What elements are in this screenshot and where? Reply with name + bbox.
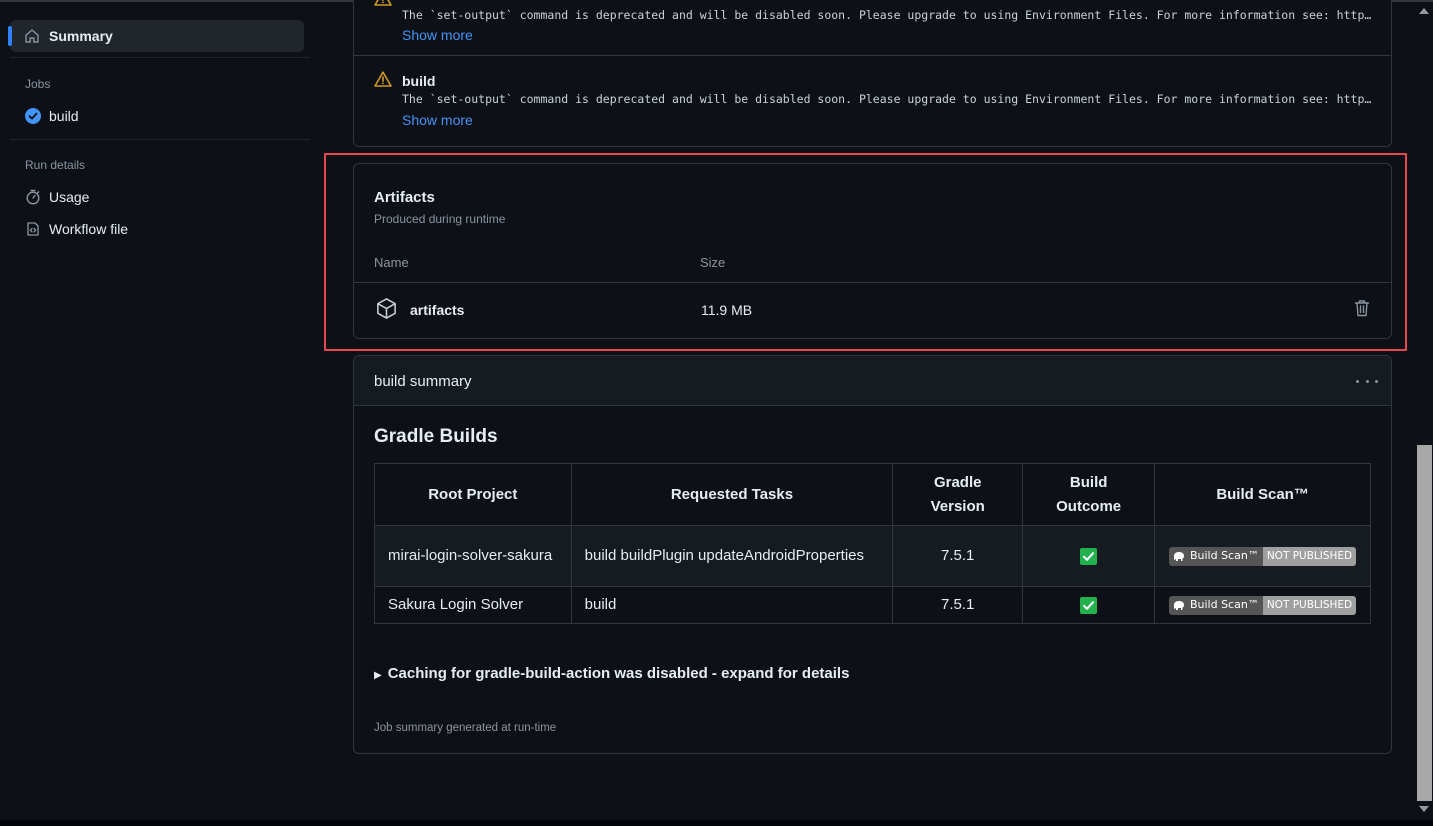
build-scan-badge-status: NOT PUBLISHED bbox=[1262, 546, 1357, 566]
annotation-title: build bbox=[402, 73, 436, 89]
home-icon bbox=[24, 27, 42, 45]
check-circle-icon bbox=[24, 108, 41, 125]
summary-footnote: Job summary generated at run-time bbox=[374, 722, 557, 734]
scroll-up-arrow-icon[interactable] bbox=[1419, 8, 1429, 14]
show-more-link[interactable]: Show more bbox=[402, 112, 473, 128]
table-row: mirai-login-solver-sakura build buildPlu… bbox=[374, 525, 1371, 587]
build-summary-panel: build summary Gradle Builds Root Project… bbox=[353, 355, 1392, 754]
bottom-edge bbox=[0, 820, 1433, 826]
scrollbar-thumb[interactable] bbox=[1417, 445, 1432, 801]
table-row: Sakura Login Solver build 7.5.1 Build Sc… bbox=[374, 586, 1371, 624]
build-outcome-cell bbox=[1022, 525, 1156, 587]
build-scan-badge-status: NOT PUBLISHED bbox=[1262, 595, 1357, 615]
disclosure-triangle-icon: ▶ bbox=[374, 670, 382, 681]
warning-icon bbox=[374, 71, 392, 87]
gradle-version-cell: 7.5.1 bbox=[892, 525, 1024, 587]
stopwatch-icon bbox=[24, 189, 41, 206]
column-header: Gradle Version bbox=[892, 463, 1024, 526]
build-summary-header: build summary bbox=[354, 356, 1391, 406]
nav-summary-label: Summary bbox=[49, 28, 113, 44]
job-item-build[interactable]: build bbox=[24, 105, 79, 127]
sidebar-divider bbox=[10, 139, 310, 140]
job-item-label: build bbox=[49, 108, 79, 124]
annotation-message: The `set-output` command is deprecated a… bbox=[402, 8, 1378, 22]
build-scan-badge-label: Build Scan™ bbox=[1189, 549, 1259, 563]
build-outcome-cell bbox=[1022, 586, 1156, 624]
build-scan-cell: Build Scan™ NOT PUBLISHED bbox=[1154, 586, 1371, 624]
caching-details-label: Caching for gradle-build-action was disa… bbox=[387, 665, 850, 682]
root-project-cell: Sakura Login Solver bbox=[374, 586, 572, 624]
workflow-icon bbox=[24, 221, 41, 238]
root-project-cell: mirai-login-solver-sakura bbox=[374, 525, 572, 587]
nav-item-usage[interactable]: Usage bbox=[24, 186, 89, 208]
scroll-down-arrow-icon[interactable] bbox=[1419, 806, 1429, 812]
annotations-panel: The `set-output` command is deprecated a… bbox=[353, 0, 1392, 147]
sidebar-divider bbox=[10, 57, 310, 58]
caching-details-toggle[interactable]: ▶ Caching for gradle-build-action was dis… bbox=[374, 665, 849, 682]
build-scan-cell: Build Scan™ NOT PUBLISHED bbox=[1154, 525, 1371, 587]
success-check-icon bbox=[1080, 596, 1098, 614]
active-indicator bbox=[8, 26, 12, 46]
jobs-section-title: Jobs bbox=[25, 77, 51, 91]
annotation-divider bbox=[354, 55, 1391, 56]
build-summary-title: build summary bbox=[374, 373, 472, 390]
warning-icon bbox=[374, 0, 392, 6]
sidebar: Summary Jobs build Run details Usage Wor… bbox=[0, 2, 320, 820]
nav-item-workflow-file[interactable]: Workflow file bbox=[24, 218, 128, 240]
nav-item-label: Usage bbox=[49, 189, 90, 205]
column-header: Build Scan™ bbox=[1154, 463, 1371, 526]
build-scan-badge[interactable]: Build Scan™ NOT PUBLISHED bbox=[1168, 595, 1357, 615]
elephant-icon bbox=[1173, 600, 1184, 610]
column-header: Root Project bbox=[374, 463, 572, 526]
show-more-link[interactable]: Show more bbox=[402, 27, 473, 43]
table-header-row: Root Project Requested Tasks Gradle Vers… bbox=[374, 463, 1371, 526]
annotation-message: The `set-output` command is deprecated a… bbox=[402, 92, 1378, 106]
requested-tasks-cell: build bbox=[570, 586, 894, 624]
gradle-builds-table: Root Project Requested Tasks Gradle Vers… bbox=[374, 463, 1371, 624]
kebab-menu-icon[interactable] bbox=[1356, 372, 1378, 390]
requested-tasks-cell: build buildPlugin updateAndroidPropertie… bbox=[570, 525, 894, 587]
nav-summary[interactable]: Summary bbox=[8, 20, 304, 52]
run-details-section-title: Run details bbox=[25, 158, 86, 172]
elephant-icon bbox=[1173, 551, 1184, 561]
highlight-box bbox=[324, 153, 1407, 351]
nav-item-label: Workflow file bbox=[49, 221, 129, 237]
build-scan-badge-label: Build Scan™ bbox=[1189, 598, 1259, 612]
gradle-builds-heading: Gradle Builds bbox=[374, 426, 498, 447]
build-scan-badge[interactable]: Build Scan™ NOT PUBLISHED bbox=[1168, 546, 1357, 566]
gradle-version-cell: 7.5.1 bbox=[892, 586, 1024, 624]
success-check-icon bbox=[1080, 547, 1098, 565]
column-header: Build Outcome bbox=[1022, 463, 1156, 526]
column-header: Requested Tasks bbox=[570, 463, 894, 526]
